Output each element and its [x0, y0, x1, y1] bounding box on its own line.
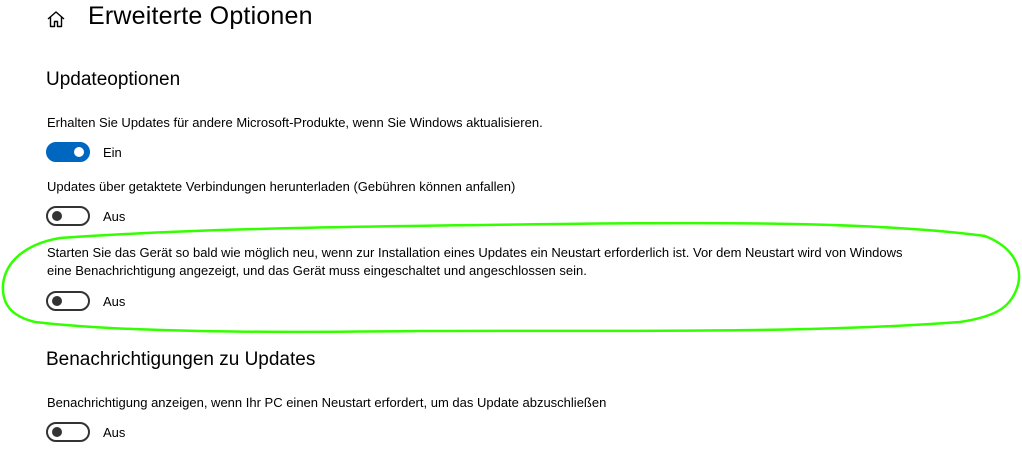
section-heading-notifications: Benachrichtigungen zu Updates	[46, 349, 316, 370]
page-title: Erweiterte Optionen	[88, 2, 313, 30]
toggle-metered-connections[interactable]	[46, 206, 90, 226]
toggle-state-label: Ein	[103, 144, 122, 160]
toggle-state-label: Aus	[103, 424, 126, 440]
option-description-other-products: Erhalten Sie Updates für andere Microsof…	[47, 115, 543, 130]
toggle-other-products[interactable]	[46, 142, 90, 162]
toggle-row-restart-notification: Aus	[46, 421, 125, 443]
option-description-metered-connections: Updates über getaktete Verbindungen heru…	[47, 179, 516, 194]
toggle-restart-notification[interactable]	[46, 422, 90, 442]
toggle-knob	[74, 147, 84, 157]
toggle-state-label: Aus	[103, 293, 126, 309]
toggle-knob	[52, 296, 62, 306]
home-icon[interactable]	[46, 10, 66, 28]
toggle-row-restart-asap: Aus	[46, 290, 125, 312]
option-description-restart-asap: Starten Sie das Gerät so bald wie möglic…	[47, 245, 903, 278]
toggle-knob	[52, 211, 62, 221]
option-description-restart-notification: Benachrichtigung anzeigen, wenn Ihr PC e…	[47, 395, 607, 410]
section-heading-updateoptionen: Updateoptionen	[46, 69, 181, 90]
toggle-state-label: Aus	[103, 208, 126, 224]
toggle-row-metered-connections: Aus	[46, 205, 125, 227]
toggle-knob	[52, 427, 62, 437]
settings-page: Erweiterte Optionen Updateoptionen Erhal…	[0, 0, 1022, 471]
toggle-restart-asap[interactable]	[46, 291, 90, 311]
toggle-row-other-products: Ein	[46, 141, 122, 163]
